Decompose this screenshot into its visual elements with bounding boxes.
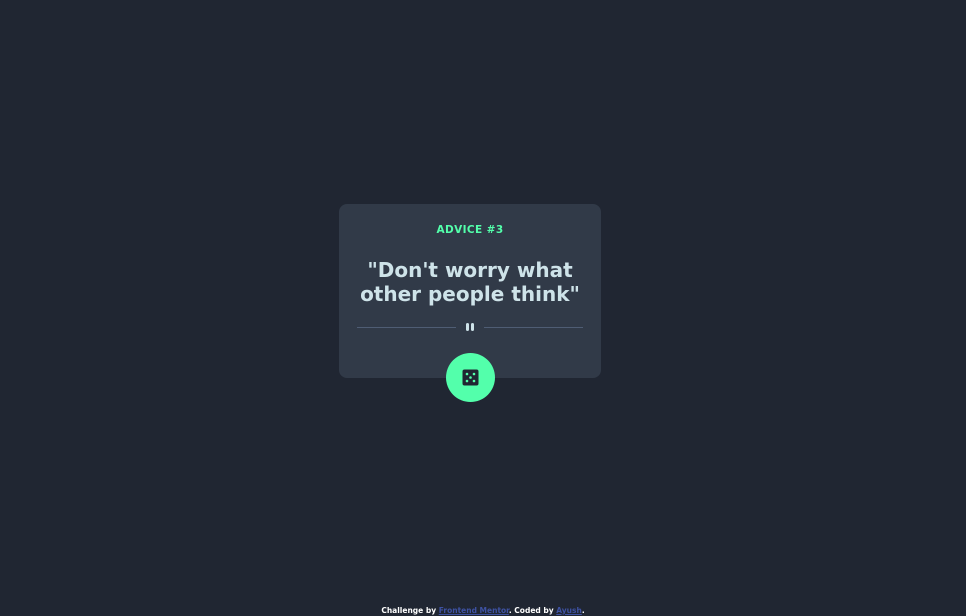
generate-advice-button[interactable] bbox=[446, 353, 495, 402]
pause-icon bbox=[465, 323, 475, 331]
attribution-suffix: . bbox=[581, 606, 585, 615]
dice-icon bbox=[462, 369, 479, 386]
advice-id: ADVICE #3 bbox=[436, 224, 504, 236]
advice-quote: "Don't worry what other people think" bbox=[360, 258, 580, 306]
page: ADVICE #3 "Don't worry what other people… bbox=[0, 0, 966, 616]
attribution-middle: . Coded by bbox=[508, 606, 557, 615]
attribution: Challenge by Frontend Mentor. Coded by A… bbox=[0, 606, 966, 615]
divider-line-right bbox=[484, 327, 583, 328]
advice-card: ADVICE #3 "Don't worry what other people… bbox=[339, 204, 601, 378]
divider-line-left bbox=[357, 327, 456, 328]
frontend-mentor-link[interactable]: Frontend Mentor bbox=[439, 606, 509, 615]
coder-link[interactable]: Ayush bbox=[556, 606, 582, 615]
divider bbox=[357, 322, 583, 332]
attribution-prefix: Challenge by bbox=[381, 606, 439, 615]
